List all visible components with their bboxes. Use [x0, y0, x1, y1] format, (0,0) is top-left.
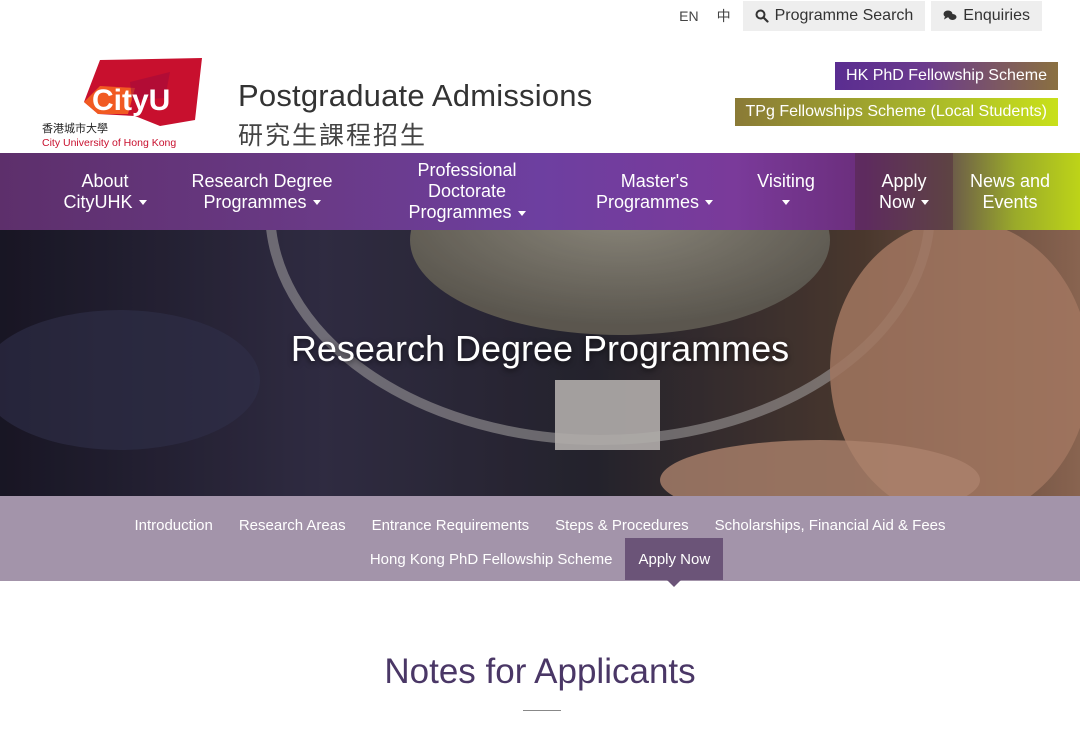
- nav-news-events[interactable]: News and Events: [953, 153, 1067, 230]
- enquiries-button[interactable]: Enquiries: [931, 1, 1042, 31]
- language-en-link[interactable]: EN: [673, 8, 704, 24]
- subnav-hk-phd-fellowship[interactable]: Hong Kong PhD Fellowship Scheme: [357, 538, 626, 580]
- chevron-down-icon: [312, 200, 321, 206]
- chevron-down-icon: [921, 200, 929, 206]
- notes-heading: Notes for Applicants: [384, 652, 696, 691]
- programme-search-label: Programme Search: [774, 7, 914, 24]
- tpg-fellowships-button[interactable]: TPg Fellowships Scheme (Local Students): [734, 98, 1058, 126]
- nav-apply-now[interactable]: Apply Now: [855, 153, 953, 230]
- main-navigation: About CityUHK Research Degree Programmes P…: [0, 153, 1080, 230]
- hk-phd-fellowship-button[interactable]: HK PhD Fellowship Scheme: [835, 62, 1058, 90]
- language-zh-link[interactable]: 中: [711, 6, 737, 26]
- site-title: Postgraduate Admissions 研究生課程招生: [238, 78, 592, 152]
- chevron-down-icon: [517, 210, 526, 216]
- enquiries-label: Enquiries: [963, 7, 1030, 24]
- nav-masters[interactable]: Master's Programmes: [592, 153, 717, 230]
- logo-wordmark: CityU: [92, 84, 170, 117]
- chevron-down-icon: [781, 200, 790, 206]
- heading-divider: [523, 710, 561, 711]
- nav-professional-doctorate[interactable]: Professional Doctorate Programmes: [342, 153, 592, 230]
- chat-icon: [943, 10, 957, 20]
- hero-title: Research Degree Programmes: [290, 328, 790, 369]
- nav-research-degree[interactable]: Research Degree Programmes: [182, 153, 342, 230]
- site-title-zh: 研究生課程招生: [238, 121, 428, 150]
- chevron-down-icon: [705, 200, 714, 206]
- subnav-row-2: Hong Kong PhD Fellowship Scheme Apply No…: [0, 538, 1080, 587]
- site-title-en: Postgraduate Admissions: [238, 78, 593, 113]
- subnav-apply-now[interactable]: Apply Now: [625, 538, 724, 587]
- logo-chinese-name: 香港城市大學: [42, 121, 108, 135]
- utility-bar: EN 中 Programme Search Enquiries: [673, 0, 1042, 32]
- logo-english-name: City University of Hong Kong: [42, 137, 176, 149]
- section-subnav: Introduction Research Areas Entrance Req…: [0, 496, 1080, 587]
- programme-search-button[interactable]: Programme Search: [742, 1, 926, 31]
- search-icon: [755, 9, 769, 23]
- nav-visiting[interactable]: Visiting: [717, 153, 855, 230]
- cityu-logo[interactable]: CityU 香港城市大學 City University of Hong Kon…: [40, 58, 205, 150]
- hero-banner: Research Degree Programmes: [0, 230, 1080, 496]
- chevron-down-icon: [138, 200, 147, 206]
- nav-about-cityuhk[interactable]: About CityUHK: [0, 153, 210, 230]
